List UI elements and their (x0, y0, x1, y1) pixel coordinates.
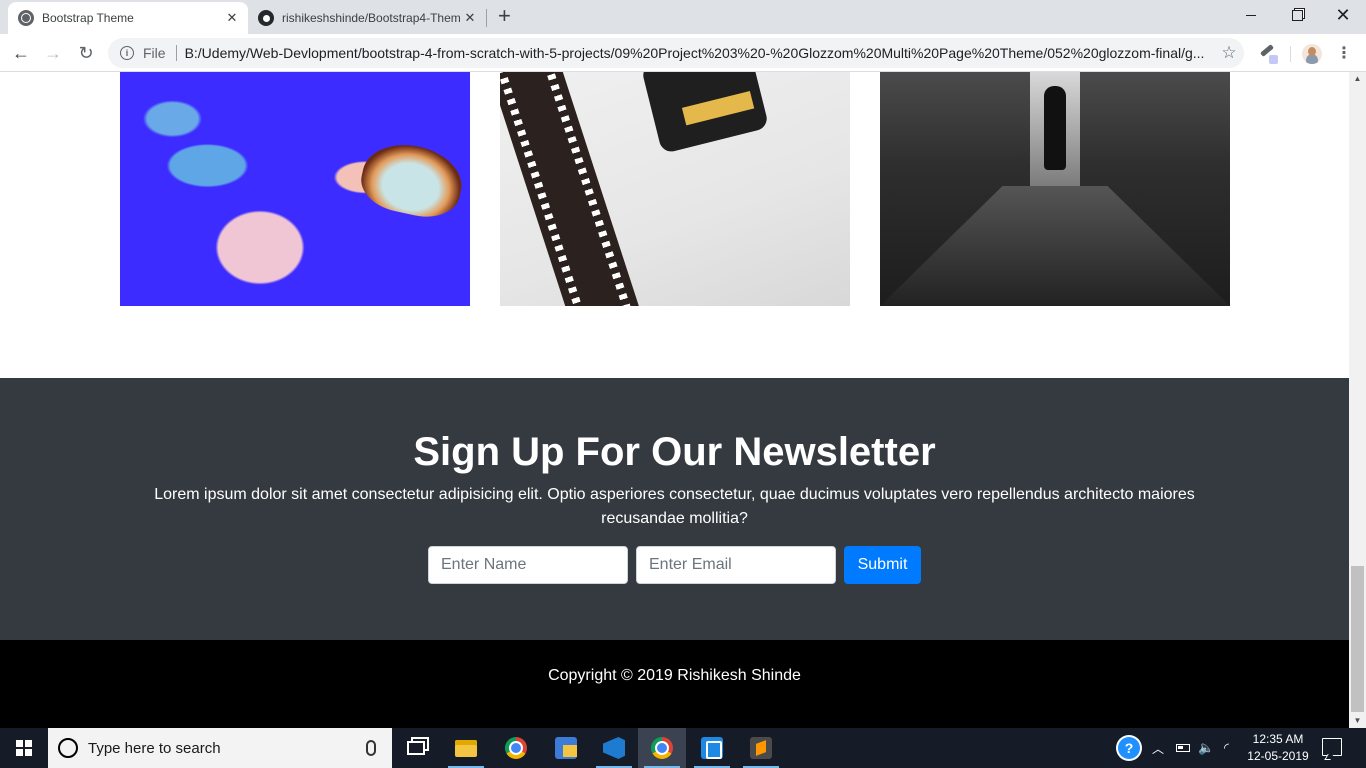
app-button[interactable] (688, 728, 736, 768)
email-input[interactable] (636, 546, 836, 584)
maximize-button[interactable] (1274, 0, 1320, 30)
tab-bootstrap-theme[interactable]: Bootstrap Theme ✕ (8, 2, 248, 34)
browser-toolbar: ← → ↻ i File B:/Udemy/Web-Devlopment/boo… (0, 34, 1366, 72)
corridor-floor (880, 186, 1230, 306)
file-explorer-icon (455, 739, 477, 757)
help-icon: ? (1118, 737, 1140, 759)
tab-title: rishikeshshinde/Bootstrap4-Theme (282, 11, 460, 25)
vscode-button[interactable] (590, 728, 638, 768)
battery-icon (1176, 744, 1190, 752)
start-button[interactable] (0, 728, 48, 768)
page-footer: Copyright © 2019 Rishikesh Shinde (0, 640, 1349, 728)
chrome-icon (651, 737, 673, 759)
speaker-icon: 🔈 (1198, 740, 1215, 755)
task-view-button[interactable] (392, 728, 440, 768)
close-window-button[interactable]: ✕ (1320, 0, 1366, 30)
address-bar[interactable]: i File B:/Udemy/Web-Devlopment/bootstrap… (108, 38, 1244, 68)
newsletter-heading: Sign Up For Our Newsletter (413, 430, 936, 474)
scrollbar-thumb[interactable] (1351, 566, 1364, 712)
jellyfish-bell (356, 136, 468, 224)
submit-button[interactable]: Submit (844, 546, 921, 584)
close-tab-icon[interactable]: ✕ (222, 10, 242, 26)
tab-title: Bootstrap Theme (42, 11, 134, 25)
windows-taskbar: Type here to search ? ︿ 🔈 ◜ 12:35 AM 12-… (0, 728, 1366, 768)
wifi-icon: ◜ (1224, 740, 1230, 755)
chrome-active-button[interactable] (638, 728, 686, 768)
toolbar-divider (1290, 46, 1291, 62)
page-scrollbar[interactable]: ▲ ▼ (1349, 72, 1366, 728)
taskbar-clock[interactable]: 12:35 AM 12-05-2019 (1244, 731, 1312, 765)
copyright-text: Copyright © 2019 Rishikesh Shinde (548, 667, 801, 684)
page-viewport: Sign Up For Our Newsletter Lorem ipsum d… (0, 72, 1349, 728)
film-canister (640, 72, 770, 154)
browser-menu-icon[interactable]: ⋮ (1334, 44, 1354, 64)
info-icon[interactable]: i (120, 46, 134, 60)
newsletter-text: Lorem ipsum dolor sit amet consectetur a… (154, 486, 1195, 527)
network-tray-button[interactable]: ◜ (1224, 728, 1229, 768)
chrome-icon (505, 737, 527, 759)
help-tray-button[interactable]: ? (1118, 728, 1140, 768)
battery-tray-button[interactable] (1176, 728, 1190, 768)
reload-button[interactable]: ↻ (73, 40, 99, 66)
address-divider (175, 45, 177, 61)
new-tab-button[interactable]: + (498, 5, 511, 27)
action-center-icon[interactable] (1322, 738, 1342, 756)
extension-icon[interactable] (1258, 44, 1278, 64)
cortana-icon (58, 738, 78, 758)
newsletter-form: Submit (428, 546, 921, 584)
vscode-icon (603, 737, 625, 759)
url-text[interactable]: B:/Udemy/Web-Devlopment/bootstrap-4-from… (185, 45, 1214, 61)
scroll-up-arrow-icon[interactable]: ▲ (1349, 72, 1366, 86)
task-view-icon (407, 741, 425, 755)
file-explorer-button[interactable] (442, 728, 490, 768)
corridor-person (1044, 86, 1066, 170)
chrome-pinned-button[interactable] (492, 728, 540, 768)
name-input[interactable] (428, 546, 628, 584)
gallery-image-film-roll[interactable] (500, 72, 850, 306)
microphone-icon[interactable] (366, 740, 376, 756)
browser-tabstrip: Bootstrap Theme ✕ rishikeshshinde/Bootst… (0, 0, 1366, 34)
scheme-label: File (143, 45, 166, 61)
sublime-text-button[interactable] (737, 728, 785, 768)
tab-divider (486, 9, 487, 27)
control-panel-button[interactable] (542, 728, 590, 768)
windows-logo-icon (16, 740, 32, 756)
clock-time: 12:35 AM (1252, 732, 1304, 746)
tab-github-repo[interactable]: rishikeshshinde/Bootstrap4-Theme ✕ (248, 2, 486, 34)
search-placeholder: Type here to search (88, 739, 221, 757)
sublime-text-icon (750, 737, 772, 759)
show-hidden-icons-button[interactable]: ︿ (1152, 728, 1164, 768)
volume-tray-button[interactable]: 🔈 (1198, 728, 1214, 768)
scroll-down-arrow-icon[interactable]: ▼ (1349, 714, 1366, 728)
profile-avatar[interactable] (1302, 44, 1322, 64)
clock-date: 12-05-2019 (1247, 749, 1309, 763)
github-icon (258, 10, 274, 26)
close-tab-icon[interactable]: ✕ (460, 10, 480, 26)
globe-icon (18, 10, 34, 26)
taskbar-search[interactable]: Type here to search (48, 728, 392, 768)
bookmark-star-icon[interactable]: ☆ (1214, 43, 1244, 63)
film-strip (500, 72, 648, 306)
gallery-image-corridor[interactable] (880, 72, 1230, 306)
app-icon (701, 737, 723, 759)
forward-button[interactable]: → (40, 40, 66, 66)
gallery-image-jellyfish[interactable] (120, 72, 470, 306)
control-panel-icon (555, 737, 577, 759)
newsletter-section: Sign Up For Our Newsletter Lorem ipsum d… (0, 378, 1349, 640)
back-button[interactable]: ← (8, 40, 34, 66)
minimize-button[interactable] (1228, 0, 1274, 30)
